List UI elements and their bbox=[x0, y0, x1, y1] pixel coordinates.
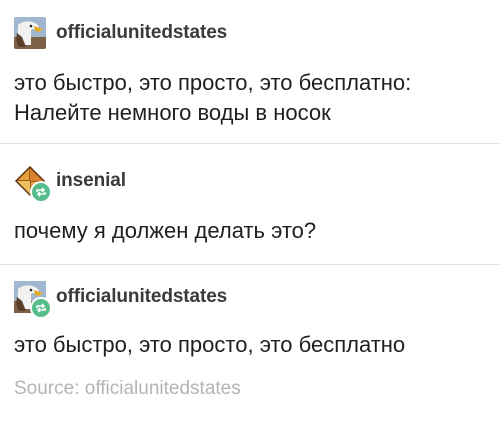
eagle-icon bbox=[14, 17, 46, 49]
username[interactable]: officialunitedstates bbox=[56, 22, 227, 44]
post-line: Налейте немного воды в носок bbox=[14, 100, 331, 125]
divider bbox=[0, 143, 500, 144]
post-header: officialunitedstates bbox=[14, 16, 227, 50]
post-line: это быстро, это просто, это бесплатно: bbox=[14, 70, 412, 95]
avatar[interactable] bbox=[14, 281, 52, 319]
divider bbox=[0, 264, 500, 265]
avatar[interactable] bbox=[14, 17, 46, 49]
reblog-icon bbox=[30, 181, 52, 203]
avatar[interactable] bbox=[14, 165, 52, 203]
reblog-icon bbox=[30, 297, 52, 319]
post-line: почему я должен делать это? bbox=[14, 218, 317, 243]
post-line: это быстро, это просто, это бесплатно bbox=[14, 332, 406, 357]
source-link[interactable]: Source: officialunitedstates bbox=[14, 378, 241, 400]
username[interactable]: officialunitedstates bbox=[56, 286, 227, 308]
post-body: это быстро, это просто, это бесплатно bbox=[14, 330, 405, 360]
post-body: почему я должен делать это? bbox=[14, 216, 316, 246]
post-body: это быстро, это просто, это бесплатно: Н… bbox=[14, 68, 411, 128]
post-header: insenial bbox=[14, 164, 126, 203]
post-header: officialunitedstates bbox=[14, 280, 227, 319]
username[interactable]: insenial bbox=[56, 170, 126, 192]
